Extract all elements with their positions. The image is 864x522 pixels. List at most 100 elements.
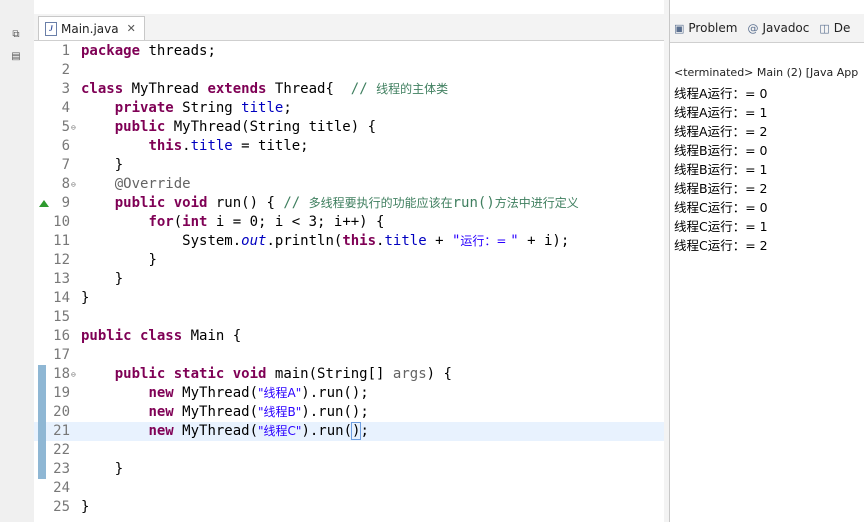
keyword: static	[165, 366, 225, 382]
code-text: ).run(	[301, 423, 353, 439]
code-line[interactable]: 9 public void run() { // 多线程要执行的功能应该在run…	[34, 194, 664, 213]
keyword: private	[114, 100, 174, 116]
code-line[interactable]: 11 System.out.println(this.title + "运行：=…	[34, 232, 664, 251]
output-line: 线程B运行：= 0	[674, 143, 768, 158]
code-line[interactable]: 15	[34, 308, 664, 327]
current-code-line[interactable]: 21 new MyThread("线程C").run();	[34, 422, 664, 441]
line-number: 15	[53, 309, 70, 325]
code-text: ) {	[426, 366, 452, 382]
code-line[interactable]: 10 for(int i = 0; i < 3; i++) {	[34, 213, 664, 232]
comment: 多线程要执行的功能应该在	[308, 196, 453, 210]
code-line[interactable]: 25}	[34, 498, 664, 517]
tab-label: Main.java	[61, 21, 119, 36]
code-line[interactable]: 18 ⊖ public static void main(String[] arg…	[34, 365, 664, 384]
code-text: ;	[283, 100, 292, 116]
code-text: run() {	[207, 195, 284, 211]
code-line[interactable]: 2	[34, 61, 664, 80]
code-text: }	[81, 499, 90, 515]
code-line[interactable]: 19 new MyThread("线程A").run();	[34, 384, 664, 403]
keyword: class	[131, 328, 183, 344]
restore-icon[interactable]: ⧉	[8, 28, 24, 42]
line-number: 8	[61, 176, 70, 192]
string-literal: "线程A"	[258, 386, 302, 400]
code-line[interactable]: 22	[34, 441, 664, 460]
line-number: 24	[53, 480, 70, 496]
keyword: new	[148, 385, 174, 401]
keyword: void	[224, 366, 267, 382]
keyword: new	[148, 404, 174, 420]
left-toolbar-strip: ⧉ ▤	[0, 0, 35, 522]
code-text: +	[426, 233, 452, 249]
fold-collapse-icon[interactable]: ⊖	[71, 175, 76, 194]
tab-main-java[interactable]: J Main.java ✕	[38, 16, 145, 40]
console-status: <terminated> Main (2) [Java App	[674, 66, 859, 79]
keyword: extends	[207, 81, 267, 97]
line-number: 12	[53, 252, 70, 268]
code-line[interactable]: 7 }	[34, 156, 664, 175]
comment: 方法中进行定义	[494, 196, 579, 210]
code-line[interactable]: 16 public class Main {	[34, 327, 664, 346]
fold-collapse-icon[interactable]: ⊖	[71, 365, 76, 384]
code-text: }	[114, 461, 124, 477]
console-panel: ▣ Problem @ Javadoc ◫ De <terminated> Main …	[669, 0, 864, 522]
tab-problems[interactable]: ▣ Problem	[674, 21, 737, 35]
fold-collapse-icon[interactable]: ⊖	[71, 118, 76, 137]
code-text: }	[114, 157, 124, 173]
comment: run()	[452, 195, 495, 211]
line-number: 22	[53, 442, 70, 458]
code-line[interactable]: 3 class MyThread extends Thread{ // 线程的主体…	[34, 80, 664, 99]
comment: //	[283, 195, 309, 211]
tab-declaration[interactable]: ◫ De	[819, 21, 850, 35]
close-icon[interactable]: ✕	[127, 22, 136, 35]
line-number: 7	[61, 157, 70, 173]
comment: 线程的主体类	[376, 82, 449, 96]
comment: //	[350, 81, 377, 97]
line-number: 19	[53, 385, 70, 401]
code-line[interactable]: 14}	[34, 289, 664, 308]
code-line[interactable]: 5 ⊖ public MyThread(String title) {	[34, 118, 664, 137]
keyword: public	[81, 328, 132, 344]
console-output[interactable]: 线程A运行：= 0 线程A运行：= 1 线程A运行：= 2 线程B运行：= 0 …	[674, 84, 768, 255]
code-text: ;	[360, 423, 369, 439]
code-text: (	[173, 214, 183, 230]
keyword: for	[148, 214, 174, 230]
code-text: i = 0; i < 3; i++) {	[207, 214, 385, 230]
line-number: 10	[53, 214, 70, 230]
line-number: 16	[53, 328, 70, 344]
tab-javadoc[interactable]: @ Javadoc	[747, 21, 809, 35]
code-text: MyThread(	[173, 423, 259, 439]
code-text: ).run();	[301, 385, 369, 401]
java-file-icon: J	[45, 21, 57, 36]
line-number: 11	[53, 233, 70, 249]
tab-label: De	[833, 21, 851, 35]
code-text: }	[114, 271, 124, 287]
code-text: = title;	[232, 138, 309, 154]
code-text: MyThread(String title) {	[165, 119, 377, 135]
code-line[interactable]: 8 ⊖ @Override	[34, 175, 664, 194]
code-line[interactable]: 24	[34, 479, 664, 498]
code-line[interactable]: 23 }	[34, 460, 664, 479]
code-line[interactable]: 6 this.title = title;	[34, 137, 664, 156]
code-area[interactable]: 1 package threads; 2 3 class MyThread exte…	[34, 42, 664, 517]
code-line[interactable]: 17	[34, 346, 664, 365]
line-number: 21	[53, 423, 70, 439]
keyword: new	[148, 423, 174, 439]
code-text: String	[173, 100, 242, 116]
code-line[interactable]: 12 }	[34, 251, 664, 270]
code-line[interactable]: 20 new MyThread("线程B").run();	[34, 403, 664, 422]
code-line[interactable]: 1 package threads;	[34, 42, 664, 61]
code-text: threads;	[140, 43, 216, 59]
package-explorer-icon[interactable]: ▤	[8, 50, 24, 64]
field: title	[241, 100, 284, 116]
keyword: void	[165, 195, 208, 211]
problems-icon: ▣	[674, 21, 685, 35]
line-number: 13	[53, 271, 70, 287]
field: title	[384, 233, 427, 249]
code-text: Thread{	[266, 81, 351, 97]
line-number: 25	[53, 499, 70, 515]
code-line[interactable]: 13 }	[34, 270, 664, 289]
code-line[interactable]: 4 private String title;	[34, 99, 664, 118]
editor-tab-bar: J Main.java ✕	[34, 14, 664, 41]
output-line: 线程A运行：= 1	[674, 105, 768, 120]
string-literal: 运行：=	[460, 234, 511, 248]
